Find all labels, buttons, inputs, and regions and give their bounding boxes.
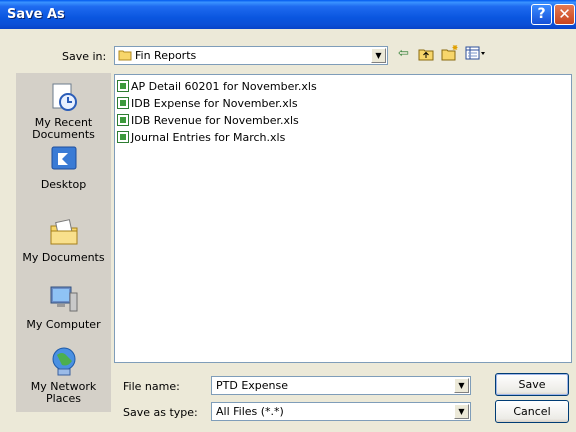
file-item[interactable]: AP Detail 60201 for November.xls — [117, 79, 317, 95]
place-label: My Network Places — [30, 380, 97, 405]
chevron-down-icon[interactable]: ▼ — [454, 404, 469, 419]
file-item[interactable]: IDB Expense for November.xls — [117, 96, 298, 112]
excel-file-icon — [117, 114, 129, 126]
file-item[interactable]: IDB Revenue for November.xls — [117, 113, 299, 129]
save-as-type-label: Save as type: — [123, 406, 198, 419]
save-button[interactable]: Save — [495, 373, 569, 396]
excel-file-icon — [117, 97, 129, 109]
file-item-label: IDB Expense for November.xls — [131, 97, 298, 110]
cancel-button[interactable]: Cancel — [495, 400, 569, 423]
file-name-value: PTD Expense — [216, 379, 288, 392]
excel-file-icon — [117, 80, 129, 92]
save-in-dropdown[interactable]: Fin Reports ▼ — [114, 46, 388, 65]
up-folder-icon[interactable] — [418, 47, 434, 61]
place-my-computer[interactable]: My Computer — [16, 283, 111, 331]
place-desktop[interactable]: Desktop — [16, 143, 111, 191]
my-documents-icon — [50, 219, 77, 245]
file-item-label: AP Detail 60201 for November.xls — [131, 80, 317, 93]
save-as-type-value: All Files (*.*) — [216, 405, 284, 418]
file-item-label: IDB Revenue for November.xls — [131, 114, 299, 127]
chevron-down-icon[interactable]: ▼ — [371, 48, 386, 63]
my-computer-icon — [50, 286, 77, 312]
save-as-dialog: Save As ? ✕ Save in: Fin Reports ▼ ⇦ My … — [0, 0, 576, 432]
back-arrow-icon[interactable]: ⇦ — [398, 46, 409, 62]
place-label: Desktop — [40, 178, 87, 191]
excel-file-icon — [117, 131, 129, 143]
file-item-label: Journal Entries for March.xls — [131, 131, 286, 144]
title-bar[interactable]: Save As ? ✕ — [0, 0, 576, 29]
close-button[interactable]: ✕ — [554, 4, 575, 25]
file-item[interactable]: Journal Entries for March.xls — [117, 130, 285, 146]
dialog-title: Save As — [7, 7, 65, 22]
place-label: My Recent Documents — [32, 116, 95, 141]
place-my-documents[interactable]: My Documents — [16, 216, 111, 264]
network-places-icon — [52, 347, 75, 376]
file-name-field[interactable]: PTD Expense ▼ — [211, 376, 471, 395]
help-button[interactable]: ? — [531, 4, 552, 25]
place-network-places[interactable]: My Network Places — [16, 345, 111, 405]
file-name-label: File name: — [123, 380, 180, 393]
save-in-value-wrap: Fin Reports — [118, 49, 196, 62]
place-label: My Documents — [22, 251, 105, 264]
save-in-value: Fin Reports — [135, 49, 197, 62]
save-as-type-dropdown[interactable]: All Files (*.*) ▼ — [211, 402, 471, 421]
views-menu-icon[interactable] — [465, 46, 487, 60]
new-folder-icon[interactable] — [441, 44, 459, 61]
recent-documents-icon — [52, 83, 77, 111]
place-label: My Computer — [26, 318, 101, 331]
desktop-icon — [51, 146, 76, 170]
save-in-label: Save in: — [62, 50, 107, 63]
place-recent-documents[interactable]: My Recent Documents — [16, 81, 111, 141]
file-list[interactable]: AP Detail 60201 for November.xls IDB Exp… — [114, 74, 572, 363]
places-bar: My Recent Documents Desktop My Documents — [16, 73, 111, 412]
folder-icon — [118, 50, 132, 61]
chevron-down-icon[interactable]: ▼ — [454, 378, 469, 393]
